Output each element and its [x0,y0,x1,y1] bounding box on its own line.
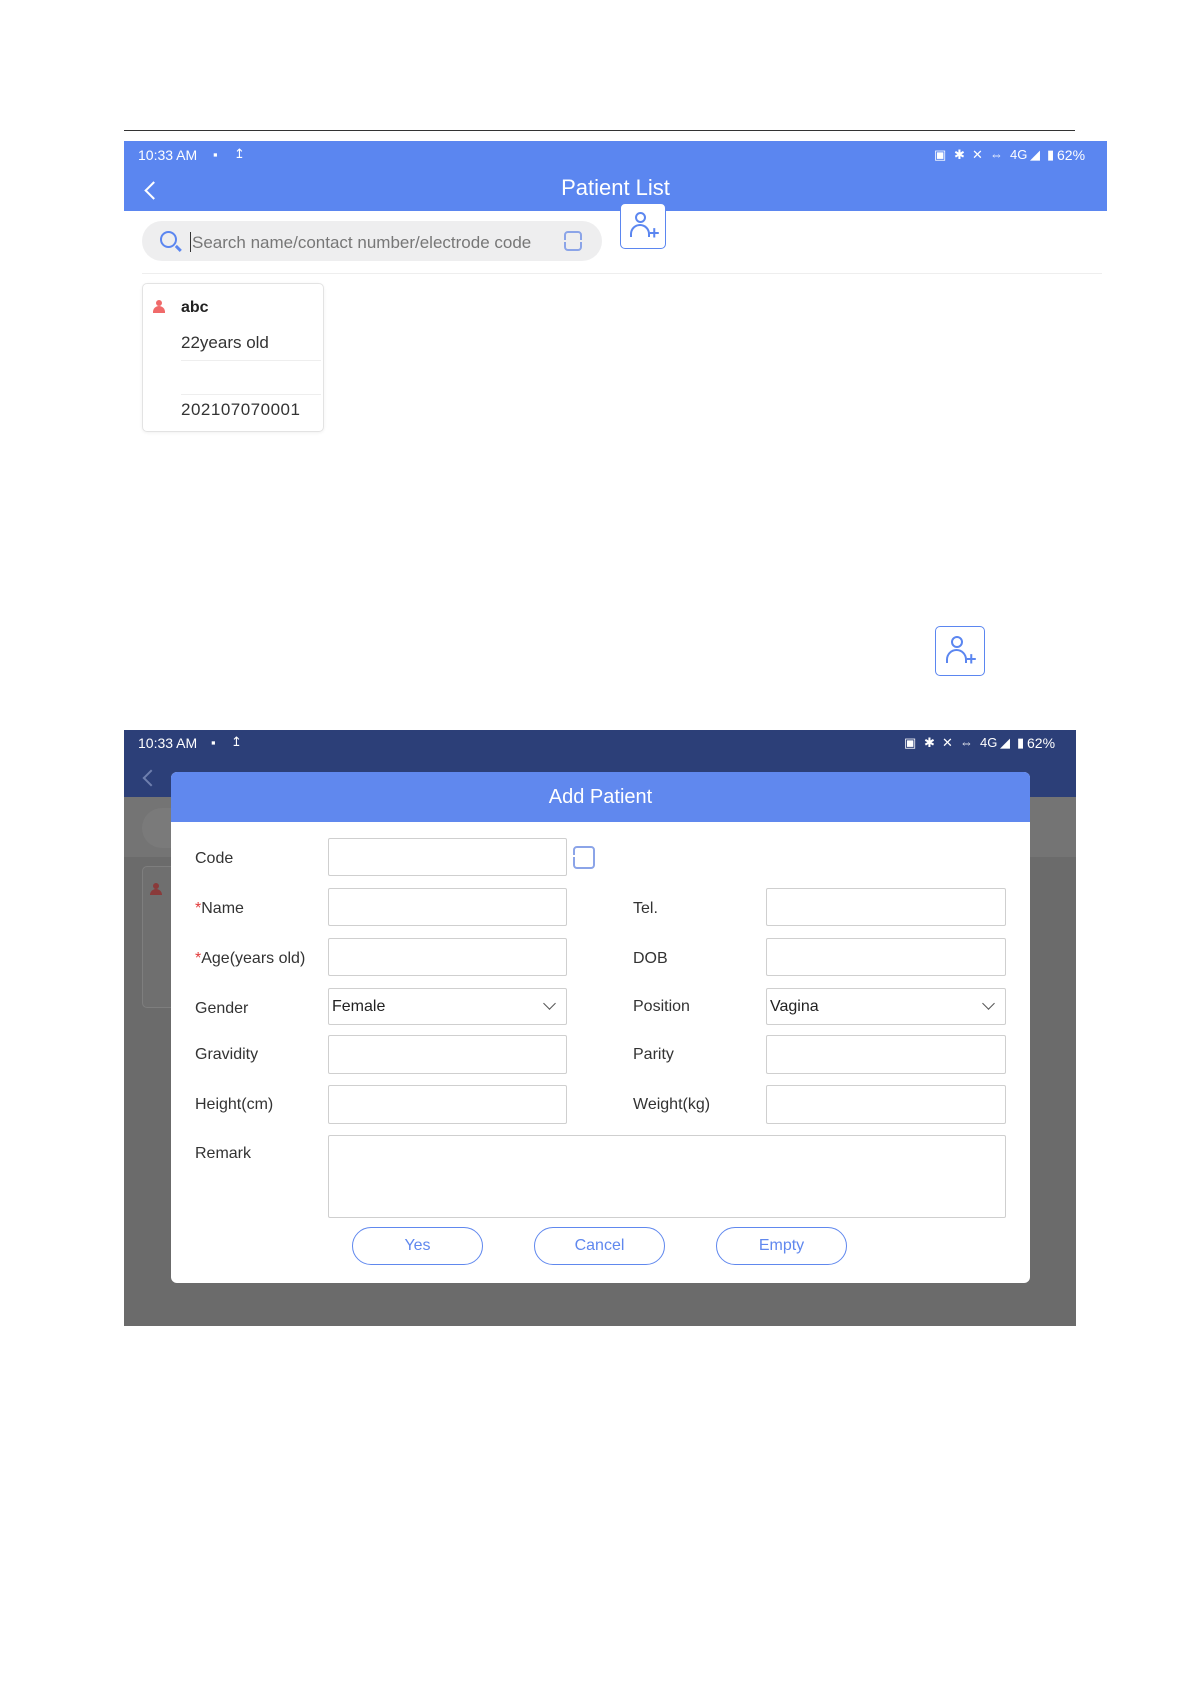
dob-input[interactable] [766,938,1006,976]
plus-icon: + [966,649,977,669]
nfc-icon: ▣ [904,735,917,750]
dob-label: DOB [633,950,668,967]
patient-code: 202107070001 [181,400,301,419]
position-label: Position [633,998,690,1015]
code-input[interactable] [328,838,567,876]
search-input[interactable]: Search name/contact number/electrode cod… [192,233,531,253]
cancel-button[interactable]: Cancel [534,1227,665,1265]
app-bar: 10:33 AM ▪ ↥ ▣ ✱ ✕ ⇔ 4G ◢ ▮ 62% Patient … [124,141,1107,211]
parity-input[interactable] [766,1035,1006,1074]
remark-textarea[interactable] [328,1135,1006,1218]
name-label: *Name [195,900,244,918]
name-input[interactable] [328,888,567,926]
gravidity-label: Gravidity [195,1046,259,1063]
gender-value: Female [332,998,386,1015]
mute-icon: ✕ [972,147,983,162]
height-input[interactable] [328,1085,567,1124]
tel-label: Tel. [633,900,658,917]
tel-input[interactable] [766,888,1006,926]
chevron-down-icon [543,997,556,1010]
patient-list-screenshot: 10:33 AM ▪ ↥ ▣ ✱ ✕ ⇔ 4G ◢ ▮ 62% Patient … [124,141,1107,441]
patient-name: abc [181,299,209,316]
status-time: 10:33 AM [138,735,198,751]
scan-icon[interactable] [562,231,584,251]
age-input[interactable] [328,938,567,976]
weight-input[interactable] [766,1085,1006,1124]
text-cursor [190,232,191,252]
patient-card[interactable]: abc 22years old 202107070001 [142,283,324,432]
age-label: *Age(years old) [195,950,305,968]
add-patient-screenshot: 10:33 AM ▪ ↥ ▣ ✱ ✕ ⇔ 4G ◢ ▮ 62% Add Pati… [124,730,1076,1326]
status-time: 10:33 AM [138,147,198,163]
name-label-text: Name [201,900,244,917]
gender-select[interactable]: Female [328,988,567,1025]
user-head-icon [951,636,963,648]
network-label: 4G [1010,147,1028,162]
patient-age: 22years old [181,333,269,352]
parity-label: Parity [633,1046,674,1063]
search-icon [160,231,177,248]
dialog-title: Add Patient [171,772,1030,822]
plus-icon: + [649,223,660,243]
gravidity-input[interactable] [328,1035,567,1074]
empty-button[interactable]: Empty [716,1227,847,1265]
add-patient-icon-illustration: + [935,626,985,676]
image-icon: ▪ [211,735,216,750]
network-label: 4G [980,735,998,750]
gender-label: Gender [195,1000,249,1017]
code-label: Code [195,850,234,867]
age-label-text: Age(years old) [201,950,306,967]
card-divider [181,394,321,395]
divider [142,273,1102,274]
bluetooth-icon: ✱ [924,735,935,750]
nfc-icon: ▣ [934,147,947,162]
add-patient-button[interactable]: + [620,203,666,249]
search-bar[interactable]: Search name/contact number/electrode cod… [142,221,602,261]
card-divider [181,360,321,361]
yes-button[interactable]: Yes [352,1227,483,1265]
battery-level: 62% [1027,735,1056,751]
page-title: Patient List [561,175,670,200]
image-icon: ▪ [213,147,218,162]
position-value: Vagina [770,998,819,1015]
add-patient-dialog: Add Patient Code *Name Tel. *Age(years o… [171,772,1030,1283]
battery-icon: ▮ [1017,735,1025,750]
signal-icon: ⇔ [990,147,1003,162]
position-select[interactable]: Vagina [766,988,1006,1025]
mute-icon: ✕ [942,735,953,750]
upload-icon: ↥ [234,146,245,161]
header-rule [124,130,1075,131]
signal-icon: ⇔ [960,735,973,750]
signal-strength-icon: ◢ [1030,147,1040,162]
back-icon [142,769,160,787]
remark-label: Remark [195,1145,252,1162]
weight-label: Weight(kg) [633,1096,711,1113]
user-body-icon [946,649,967,663]
patient-female-icon [153,300,165,313]
battery-icon: ▮ [1047,147,1055,162]
bluetooth-icon: ✱ [954,147,965,162]
battery-level: 62% [1057,147,1086,163]
scan-icon[interactable] [571,846,595,869]
upload-icon: ↥ [231,734,242,749]
user-head-icon [635,212,646,223]
height-label: Height(cm) [195,1096,274,1113]
chevron-down-icon [982,997,995,1010]
signal-strength-icon: ◢ [1000,735,1010,750]
user-body-icon [630,224,650,237]
